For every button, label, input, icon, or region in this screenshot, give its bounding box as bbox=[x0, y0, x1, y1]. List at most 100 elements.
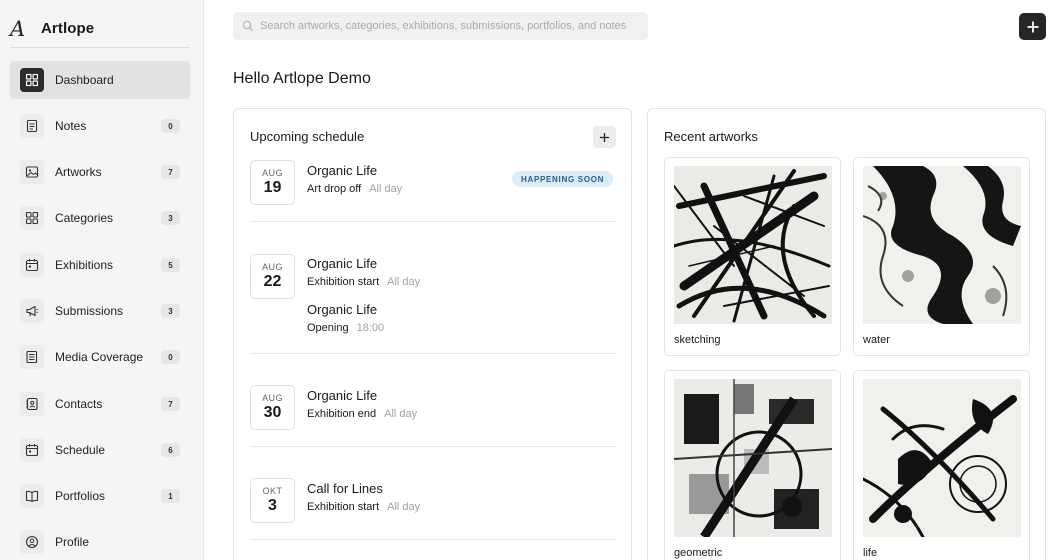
sidebar-item-schedule[interactable]: Schedule 6 bbox=[10, 431, 190, 469]
sidebar-item-contacts[interactable]: Contacts 7 bbox=[10, 385, 190, 423]
search-placeholder: Search artworks, categories, exhibitions… bbox=[260, 20, 627, 32]
count-badge: 5 bbox=[161, 258, 180, 272]
count-badge: 6 bbox=[161, 443, 180, 457]
count-badge: 0 bbox=[161, 350, 180, 364]
brand-name: Artlope bbox=[41, 20, 95, 37]
divider bbox=[250, 539, 616, 540]
sidebar-item-label: Dashboard bbox=[55, 73, 114, 87]
count-badge: 7 bbox=[161, 397, 180, 411]
event-day: 3 bbox=[268, 497, 277, 514]
sidebar-item-label: Media Coverage bbox=[55, 350, 144, 364]
event-type: Exhibition start bbox=[307, 276, 380, 288]
event-details: Exhibition start All day bbox=[307, 276, 420, 288]
event-title[interactable]: Organic Life bbox=[307, 163, 377, 178]
artwork-label: geometric bbox=[674, 547, 723, 559]
divider bbox=[250, 353, 616, 354]
brand[interactable]: A Artlope bbox=[10, 10, 190, 48]
event-month: OKT bbox=[262, 486, 283, 496]
add-button[interactable] bbox=[1019, 13, 1046, 40]
sidebar-item-label: Notes bbox=[55, 119, 87, 133]
sidebar-item-label: Artworks bbox=[55, 165, 102, 179]
sidebar-item-label: Profile bbox=[55, 535, 90, 549]
event-day: 30 bbox=[263, 404, 282, 421]
event-title[interactable]: Organic Life bbox=[307, 302, 377, 317]
sidebar-item-categories[interactable]: Categories 3 bbox=[10, 199, 190, 237]
sidebar-item-profile[interactable]: Profile bbox=[10, 523, 190, 560]
sidebar-item-label: Exhibitions bbox=[55, 258, 114, 272]
event-type: Exhibition end bbox=[307, 408, 377, 420]
event-details: Art drop off All day bbox=[307, 183, 402, 195]
artwork-label: life bbox=[863, 547, 878, 559]
search-input[interactable]: Search artworks, categories, exhibitions… bbox=[233, 12, 648, 40]
sidebar-item-exhibitions[interactable]: Exhibitions 5 bbox=[10, 246, 190, 284]
dashboard-icon bbox=[20, 68, 44, 92]
sidebar-item-label: Contacts bbox=[55, 397, 103, 411]
grid-icon bbox=[20, 206, 44, 230]
count-badge: 0 bbox=[161, 119, 180, 133]
event-details: Opening 18:00 bbox=[307, 322, 384, 334]
book-icon bbox=[20, 484, 44, 508]
artwork-tile[interactable]: geometric bbox=[664, 370, 841, 560]
event-time: All day bbox=[369, 183, 403, 195]
divider bbox=[250, 446, 616, 447]
calendar-icon bbox=[20, 438, 44, 462]
event-type: Art drop off bbox=[307, 183, 362, 195]
event-day: 22 bbox=[263, 273, 282, 290]
sidebar-item-submissions[interactable]: Submissions 3 bbox=[10, 292, 190, 330]
plus-icon bbox=[1027, 21, 1038, 32]
event-title[interactable]: Organic Life bbox=[307, 388, 377, 403]
notes-icon bbox=[20, 114, 44, 138]
event-type: Opening bbox=[307, 322, 349, 334]
sidebar-item-notes[interactable]: Notes 0 bbox=[10, 107, 190, 145]
sidebar-item-artworks[interactable]: Artworks 7 bbox=[10, 153, 190, 191]
event-date: AUG 22 bbox=[250, 254, 295, 299]
artwork-tile[interactable]: water bbox=[853, 157, 1030, 356]
artwork-image bbox=[863, 166, 1021, 324]
event-time: All day bbox=[387, 501, 421, 513]
status-badge: HAPPENING SOON bbox=[512, 171, 614, 187]
recent-artworks-card: Recent artworks sketching water geometri… bbox=[647, 108, 1046, 560]
sidebar-item-label: Portfolios bbox=[55, 489, 106, 503]
card-title: Recent artworks bbox=[664, 129, 758, 144]
sidebar-item-portfolios[interactable]: Portfolios 1 bbox=[10, 477, 190, 515]
divider bbox=[250, 221, 616, 222]
event-month: AUG bbox=[262, 168, 283, 178]
artwork-image bbox=[674, 166, 832, 324]
artwork-image bbox=[863, 379, 1021, 537]
event-title[interactable]: Organic Life bbox=[307, 256, 377, 271]
plus-icon bbox=[599, 132, 610, 142]
event-month: AUG bbox=[262, 262, 283, 272]
count-badge: 3 bbox=[161, 304, 180, 318]
count-badge: 7 bbox=[161, 165, 180, 179]
artwork-label: water bbox=[863, 334, 890, 346]
event-month: AUG bbox=[262, 393, 283, 403]
sidebar: A Artlope Dashboard Notes 0 Artworks 7 C… bbox=[0, 0, 204, 560]
event-type: Exhibition start bbox=[307, 501, 380, 513]
sidebar-item-dashboard[interactable]: Dashboard bbox=[10, 61, 190, 99]
event-day: 19 bbox=[263, 179, 282, 196]
user-icon bbox=[20, 530, 44, 554]
event-details: Exhibition start All day bbox=[307, 501, 420, 513]
page-title: Hello Artlope Demo bbox=[233, 70, 371, 87]
event-time: 18:00 bbox=[356, 322, 385, 334]
artwork-image bbox=[674, 379, 832, 537]
search-icon bbox=[242, 20, 254, 32]
event-date: AUG 30 bbox=[250, 385, 295, 430]
artwork-tile[interactable]: life bbox=[853, 370, 1030, 560]
artwork-tile[interactable]: sketching bbox=[664, 157, 841, 356]
upcoming-schedule-card: Upcoming schedule AUG 19 Organic Life Ar… bbox=[233, 108, 632, 560]
add-event-button[interactable] bbox=[593, 126, 616, 148]
calendar-icon bbox=[20, 253, 44, 277]
megaphone-icon bbox=[20, 299, 44, 323]
newspaper-icon bbox=[20, 345, 44, 369]
event-title[interactable]: Call for Lines bbox=[307, 481, 383, 496]
event-details: Exhibition end All day bbox=[307, 408, 417, 420]
sidebar-item-label: Schedule bbox=[55, 443, 106, 457]
artwork-label: sketching bbox=[674, 334, 721, 346]
sidebar-item-media-coverage[interactable]: Media Coverage 0 bbox=[10, 338, 190, 376]
event-time: All day bbox=[384, 408, 418, 420]
contacts-icon bbox=[20, 392, 44, 416]
event-date: AUG 19 bbox=[250, 160, 295, 205]
count-badge: 3 bbox=[161, 211, 180, 225]
artlope-logo-icon: A bbox=[10, 16, 26, 41]
